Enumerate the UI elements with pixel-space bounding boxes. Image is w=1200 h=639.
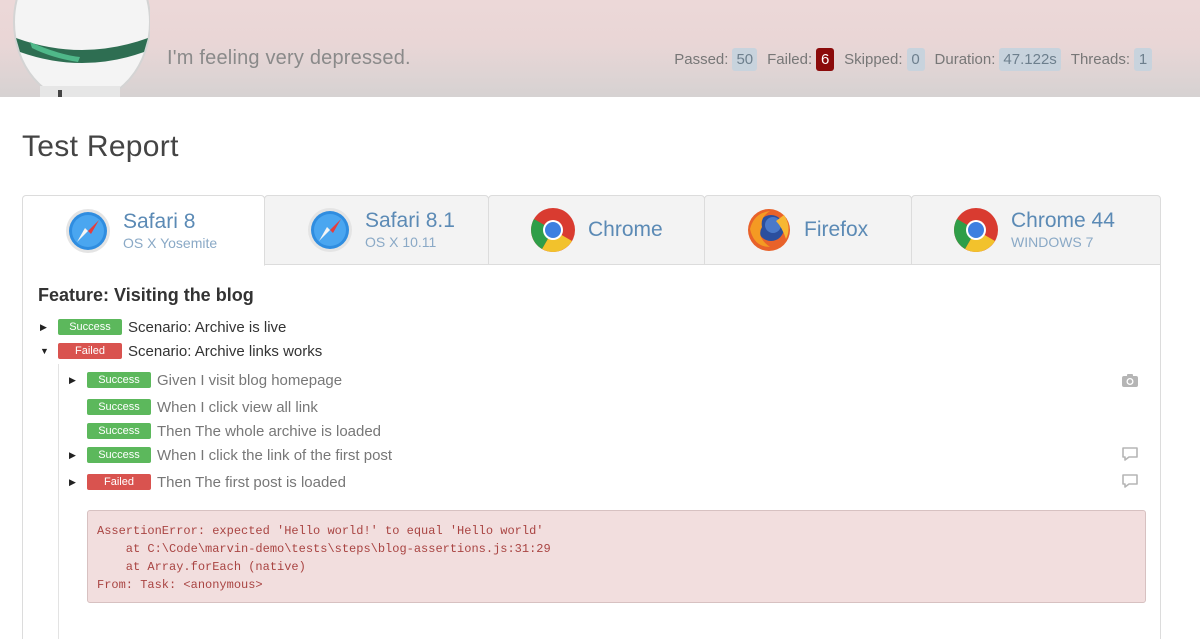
summary-stats: Passed: 50 Failed: 6 Skipped: 0 Duration… (664, 48, 1152, 71)
stat-value: 6 (816, 48, 835, 71)
firefox-icon (748, 209, 790, 251)
safari-icon (308, 208, 352, 252)
stat-label: Duration: (934, 51, 996, 68)
tab-title: Firefox (804, 218, 869, 241)
safari-icon (66, 208, 110, 253)
camera-icon[interactable] (1121, 372, 1139, 388)
robot-mascot-icon (13, 0, 150, 97)
step-text: When I click view all link (157, 398, 318, 416)
comment-icon[interactable] (1121, 446, 1139, 462)
step-text: Then The whole archive is loaded (157, 422, 382, 440)
comment-icon[interactable] (1121, 473, 1139, 489)
step-text: Then The first post is loaded (157, 473, 346, 491)
scenario-row[interactable]: ▼ Failed Scenario: Archive links works (40, 341, 322, 361)
caret-right-icon[interactable]: ▶ (69, 375, 83, 386)
status-badge: Success (58, 319, 122, 335)
browser-tabs: Safari 8 OS X Yosemite Safari 8.1 OS X 1… (22, 195, 1161, 266)
tree-guide-line (58, 364, 59, 639)
stat-value: 1 (1134, 48, 1152, 71)
step-row[interactable]: ▶ Success When I click the link of the f… (69, 445, 392, 465)
stat-label: Passed: (674, 51, 729, 68)
tab-safari-8-1[interactable]: Safari 8.1 OS X 10.11 (264, 195, 489, 265)
tab-subtitle: WINDOWS 7 (1011, 234, 1094, 250)
stat-skipped: Skipped: 0 (844, 48, 925, 71)
tagline: I'm feeling very depressed. (167, 47, 411, 69)
tab-title: Chrome (588, 218, 663, 241)
step-text: Given I visit blog homepage (157, 371, 343, 389)
step-row[interactable]: ▶ Failed Then The first post is loaded (69, 472, 346, 492)
status-badge: Success (87, 447, 151, 463)
caret-right-icon[interactable]: ▶ (69, 450, 83, 461)
page-title: Test Report (22, 130, 179, 163)
tab-title: Chrome 44 (1011, 209, 1115, 232)
stat-failed: Failed: 6 (767, 48, 835, 71)
stat-label: Threads: (1070, 51, 1130, 68)
caret-right-icon[interactable]: ▶ (69, 477, 83, 488)
status-badge: Success (87, 423, 151, 439)
feature-title: Feature: Visiting the blog (38, 285, 254, 305)
stat-value: 0 (906, 48, 925, 71)
tab-chrome[interactable]: Chrome (488, 195, 705, 265)
header-bar: I'm feeling very depressed. Passed: 50 F… (0, 0, 1200, 97)
status-badge: Failed (87, 474, 151, 490)
tab-chrome-44[interactable]: Chrome 44 WINDOWS 7 (911, 195, 1161, 265)
step-text: When I click the link of the first post (157, 446, 393, 464)
tab-subtitle: OS X 10.11 (365, 234, 437, 250)
step-row[interactable]: ▶ Success Given I visit blog homepage (69, 370, 342, 390)
tab-title: Safari 8 (123, 209, 196, 233)
tab-safari-8[interactable]: Safari 8 OS X Yosemite (22, 195, 265, 266)
status-badge: Success (87, 399, 151, 415)
caret-down-icon[interactable]: ▼ (40, 346, 54, 356)
tab-firefox[interactable]: Firefox (704, 195, 912, 265)
status-badge: Success (87, 372, 151, 388)
scenario-row[interactable]: ▶ Success Scenario: Archive is live (40, 317, 286, 337)
stat-value: 50 (732, 48, 758, 71)
tab-divider (265, 264, 1161, 265)
error-stacktrace: AssertionError: expected 'Hello world!' … (97, 524, 551, 592)
scenario-title: Scenario: Archive links works (128, 342, 323, 360)
stat-label: Skipped: (844, 51, 903, 68)
stat-duration: Duration: 47.122s (935, 48, 1061, 71)
scenario-title: Scenario: Archive is live (128, 318, 287, 336)
status-badge: Failed (58, 343, 122, 359)
step-row: Success Then The whole archive is loaded (69, 421, 381, 441)
stat-passed: Passed: 50 (674, 48, 758, 71)
error-message-box: AssertionError: expected 'Hello world!' … (87, 510, 1146, 603)
caret-right-icon[interactable]: ▶ (40, 322, 54, 333)
stat-threads: Threads: 1 (1071, 48, 1152, 71)
tab-subtitle: OS X Yosemite (123, 234, 218, 251)
chrome-icon (531, 208, 575, 252)
chrome-icon (954, 208, 998, 252)
tab-title: Safari 8.1 (365, 209, 455, 232)
stat-label: Failed: (767, 51, 813, 68)
step-row: Success When I click view all link (69, 397, 318, 417)
stat-value: 47.122s (999, 48, 1061, 71)
